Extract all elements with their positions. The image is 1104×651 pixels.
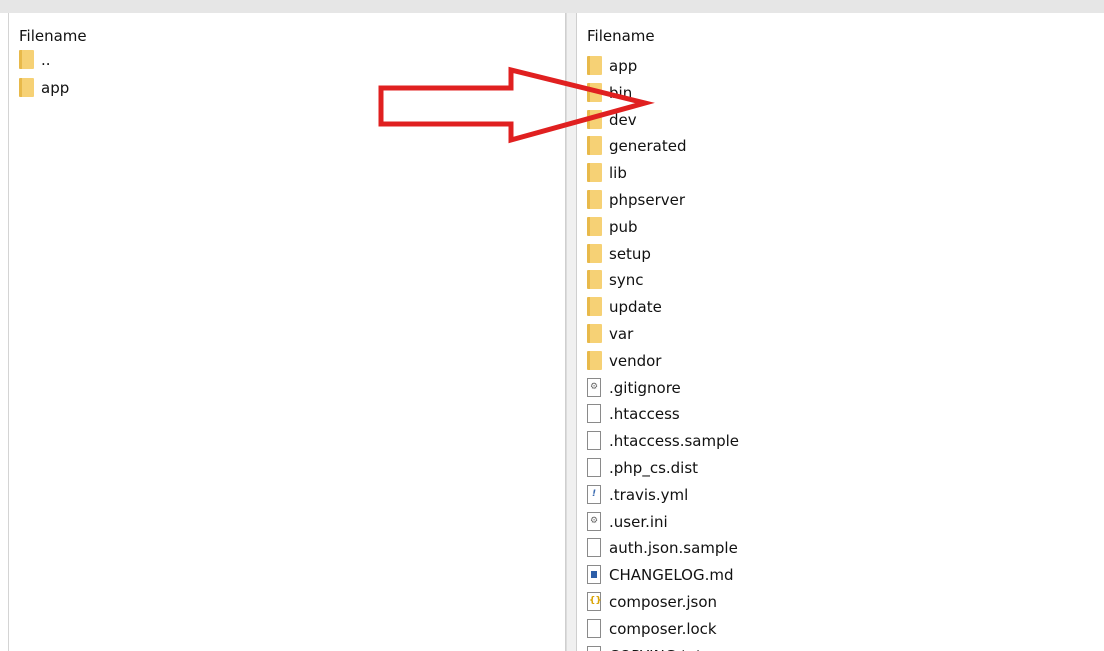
file-name-label: .user.ini <box>609 512 668 531</box>
file-name-label: .. <box>41 51 51 69</box>
local-file-pane[interactable]: Filename ^ .. app <box>8 13 566 651</box>
sort-ascending-icon: ^ <box>855 13 867 21</box>
file-row[interactable]: CHANGELOG.md <box>577 562 1104 589</box>
file-row[interactable]: {} composer.json <box>577 589 1104 616</box>
filename-header-label: Filename <box>19 27 87 45</box>
folder-row[interactable]: generated <box>577 133 1104 160</box>
folder-icon <box>587 82 602 102</box>
file-name-label: composer.lock <box>609 619 717 638</box>
folder-icon <box>587 56 602 75</box>
folder-icon <box>587 216 602 236</box>
file-name-label: dev <box>609 110 637 129</box>
file-name-label: var <box>609 324 634 343</box>
file-name-label: pub <box>609 217 638 236</box>
folder-row[interactable]: app <box>9 75 565 103</box>
folder-icon <box>587 243 602 263</box>
folder-row[interactable]: sync <box>577 267 1104 294</box>
folder-icon <box>587 297 602 317</box>
folder-row[interactable]: setup <box>577 241 1104 268</box>
file-icon <box>587 645 601 651</box>
file-name-label: update <box>609 298 662 317</box>
yml-file-icon: ! <box>587 484 601 504</box>
top-strip <box>0 0 1104 13</box>
file-row[interactable]: .php_cs.dist <box>577 455 1104 482</box>
file-icon <box>587 538 601 558</box>
file-name-label: sync <box>609 271 644 290</box>
local-file-list: .. app <box>9 47 565 103</box>
file-row[interactable]: composer.lock <box>577 616 1104 643</box>
file-name-label: app <box>41 79 70 97</box>
file-name-label: COPYING.txt <box>609 647 702 651</box>
file-name-label: composer.json <box>609 592 718 611</box>
remote-file-list: app bin dev generated lib phpserver pub setup sy… <box>577 53 1104 651</box>
file-name-label: bin <box>609 83 633 102</box>
file-name-label: CHANGELOG.md <box>609 566 734 585</box>
folder-row[interactable]: update <box>577 294 1104 321</box>
gear-file-icon: ⚙ <box>587 511 601 531</box>
folder-icon <box>19 78 34 97</box>
folder-row[interactable]: var <box>577 321 1104 348</box>
file-name-label: generated <box>609 137 687 156</box>
file-icon <box>587 431 601 451</box>
file-name-label: app <box>609 57 638 75</box>
file-row[interactable]: ⚙ .gitignore <box>577 375 1104 402</box>
filename-header-label: Filename <box>587 27 655 45</box>
folder-icon <box>587 163 602 183</box>
folder-icon <box>587 350 602 370</box>
file-icon <box>587 618 601 638</box>
folder-row[interactable]: app <box>577 53 1104 80</box>
file-row[interactable]: .htaccess.sample <box>577 428 1104 455</box>
folder-icon <box>587 136 602 156</box>
file-icon <box>587 404 601 424</box>
file-row[interactable]: .htaccess <box>577 401 1104 428</box>
filename-column-header[interactable]: Filename ^ <box>577 13 1104 47</box>
folder-icon <box>587 109 602 129</box>
file-name-label: setup <box>609 244 651 263</box>
folder-row[interactable]: vendor <box>577 348 1104 375</box>
folder-icon <box>587 189 602 209</box>
file-name-label: .php_cs.dist <box>609 458 699 477</box>
file-name-label: .htaccess <box>609 405 680 424</box>
gear-file-icon: ⚙ <box>587 377 601 397</box>
folder-row[interactable]: .. <box>9 47 565 75</box>
file-row[interactable]: ! .travis.yml <box>577 482 1104 509</box>
file-name-label: lib <box>609 164 627 183</box>
folder-row[interactable]: bin <box>577 80 1104 107</box>
file-row[interactable]: COPYING.txt <box>577 643 1104 651</box>
remote-file-pane[interactable]: Filename ^ app bin dev generated lib phpserve… <box>576 13 1104 651</box>
file-icon <box>587 457 601 477</box>
file-name-label: phpserver <box>609 190 686 209</box>
folder-row[interactable]: dev <box>577 107 1104 134</box>
json-file-icon: {} <box>587 591 602 611</box>
folder-icon <box>587 270 602 290</box>
markdown-file-icon <box>587 565 601 585</box>
file-name-label: .htaccess.sample <box>609 432 740 451</box>
sort-ascending-icon: ^ <box>289 13 301 21</box>
folder-row[interactable]: phpserver <box>577 187 1104 214</box>
folder-row[interactable]: lib <box>577 160 1104 187</box>
file-name-label: vendor <box>609 351 662 370</box>
file-name-label: auth.json.sample <box>609 539 738 558</box>
filename-column-header[interactable]: Filename ^ <box>9 13 565 47</box>
folder-icon <box>587 323 602 343</box>
folder-icon <box>19 50 34 69</box>
file-name-label: .gitignore <box>609 378 681 397</box>
file-row[interactable]: auth.json.sample <box>577 535 1104 562</box>
file-name-label: .travis.yml <box>609 485 689 504</box>
folder-row[interactable]: pub <box>577 214 1104 241</box>
file-row[interactable]: ⚙ .user.ini <box>577 509 1104 536</box>
